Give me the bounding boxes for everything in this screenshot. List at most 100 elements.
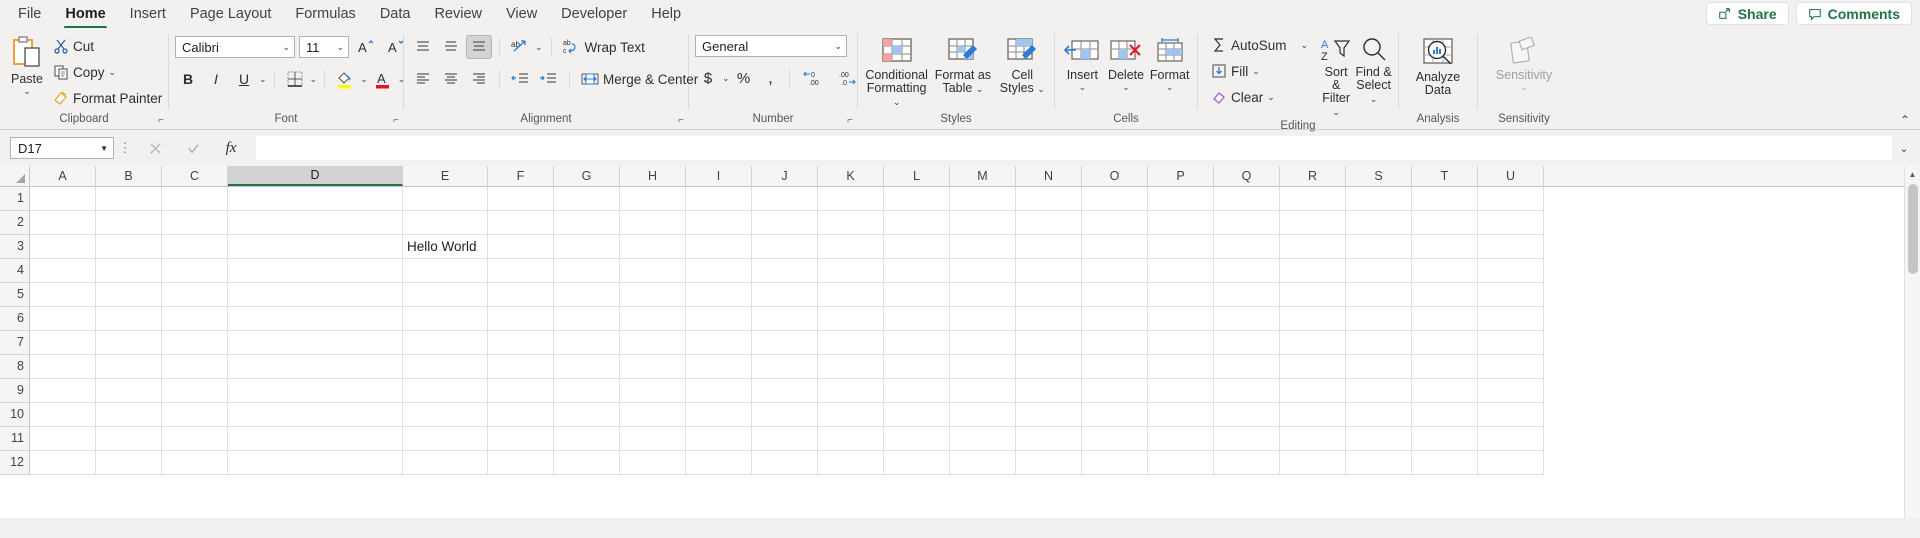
cell-E12[interactable] <box>403 451 488 475</box>
cell-D2[interactable] <box>228 211 403 235</box>
format-as-table-button[interactable]: Format as Table ⌄ <box>933 34 992 96</box>
align-bottom-button[interactable] <box>466 35 492 59</box>
cell-U12[interactable] <box>1478 451 1544 475</box>
cell-I4[interactable] <box>686 259 752 283</box>
cell-M6[interactable] <box>950 307 1016 331</box>
cell-P4[interactable] <box>1148 259 1214 283</box>
alignment-dialog-launcher[interactable]: ⌐ <box>678 113 684 128</box>
cell-P9[interactable] <box>1148 379 1214 403</box>
clear-caret-icon[interactable]: ⌄ <box>1267 92 1275 103</box>
cell-I1[interactable] <box>686 187 752 211</box>
cell-T5[interactable] <box>1412 283 1478 307</box>
orientation-button[interactable]: ab <box>507 35 533 59</box>
cell-K4[interactable] <box>818 259 884 283</box>
cell-T11[interactable] <box>1412 427 1478 451</box>
cell-I3[interactable] <box>686 235 752 259</box>
cell-J1[interactable] <box>752 187 818 211</box>
cell-N5[interactable] <box>1016 283 1082 307</box>
cell-N9[interactable] <box>1016 379 1082 403</box>
cell-I6[interactable] <box>686 307 752 331</box>
cell-U6[interactable] <box>1478 307 1544 331</box>
confirm-entry-button[interactable] <box>174 135 212 161</box>
row-header-3[interactable]: 3 <box>0 235 30 259</box>
italic-button[interactable]: I <box>203 67 229 91</box>
comments-button[interactable]: Comments <box>1795 2 1912 25</box>
cell-J5[interactable] <box>752 283 818 307</box>
cell-H1[interactable] <box>620 187 686 211</box>
cell-D5[interactable] <box>228 283 403 307</box>
cell-Q11[interactable] <box>1214 427 1280 451</box>
fill-color-caret-icon[interactable]: ⌄ <box>360 74 368 85</box>
cell-A2[interactable] <box>30 211 96 235</box>
cell-C11[interactable] <box>162 427 228 451</box>
cell-O10[interactable] <box>1082 403 1148 427</box>
find-select-button[interactable]: Find & Select ⌄ <box>1355 33 1392 106</box>
autosum-button[interactable]: AutoSum ⌄ <box>1208 33 1311 57</box>
cell-J6[interactable] <box>752 307 818 331</box>
cell-A7[interactable] <box>30 331 96 355</box>
cell-S4[interactable] <box>1346 259 1412 283</box>
underline-button[interactable]: U <box>231 67 257 91</box>
cell-S9[interactable] <box>1346 379 1412 403</box>
cell-L11[interactable] <box>884 427 950 451</box>
cell-Q3[interactable] <box>1214 235 1280 259</box>
cell-I12[interactable] <box>686 451 752 475</box>
cell-K5[interactable] <box>818 283 884 307</box>
expand-formula-bar-button[interactable]: ⌄ <box>1894 142 1914 155</box>
formula-bar-grip[interactable]: ⋮ <box>114 140 136 156</box>
cell-R10[interactable] <box>1280 403 1346 427</box>
cell-B9[interactable] <box>96 379 162 403</box>
cell-F7[interactable] <box>488 331 554 355</box>
cell-L1[interactable] <box>884 187 950 211</box>
cell-E10[interactable] <box>403 403 488 427</box>
cell-A8[interactable] <box>30 355 96 379</box>
cell-M12[interactable] <box>950 451 1016 475</box>
cell-L6[interactable] <box>884 307 950 331</box>
cell-F1[interactable] <box>488 187 554 211</box>
column-header-R[interactable]: R <box>1280 166 1346 186</box>
cell-K10[interactable] <box>818 403 884 427</box>
cell-D3[interactable] <box>228 235 403 259</box>
cell-E5[interactable] <box>403 283 488 307</box>
cell-styles-button[interactable]: Cell Styles ⌄ <box>997 34 1048 96</box>
increase-indent-button[interactable] <box>535 67 561 91</box>
cell-H11[interactable] <box>620 427 686 451</box>
tab-help[interactable]: Help <box>640 3 692 26</box>
delete-caret-icon[interactable]: ⌄ <box>1122 83 1130 92</box>
cut-button[interactable]: Cut <box>50 34 165 58</box>
cell-O12[interactable] <box>1082 451 1148 475</box>
cell-Q4[interactable] <box>1214 259 1280 283</box>
row-header-7[interactable]: 7 <box>0 331 30 355</box>
cell-F10[interactable] <box>488 403 554 427</box>
cell-D8[interactable] <box>228 355 403 379</box>
cell-E8[interactable] <box>403 355 488 379</box>
cell-N10[interactable] <box>1016 403 1082 427</box>
cell-F8[interactable] <box>488 355 554 379</box>
cell-O7[interactable] <box>1082 331 1148 355</box>
cell-O3[interactable] <box>1082 235 1148 259</box>
cell-S7[interactable] <box>1346 331 1412 355</box>
cell-R12[interactable] <box>1280 451 1346 475</box>
cell-L8[interactable] <box>884 355 950 379</box>
format-cells-button[interactable]: Format ⌄ <box>1148 34 1191 92</box>
cell-P5[interactable] <box>1148 283 1214 307</box>
column-header-A[interactable]: A <box>30 166 96 186</box>
cell-H8[interactable] <box>620 355 686 379</box>
cell-D1[interactable] <box>228 187 403 211</box>
cell-N4[interactable] <box>1016 259 1082 283</box>
sensitivity-caret-icon[interactable]: ⌄ <box>1520 83 1528 92</box>
row-header-9[interactable]: 9 <box>0 379 30 403</box>
cell-R2[interactable] <box>1280 211 1346 235</box>
clipboard-dialog-launcher[interactable]: ⌐ <box>158 113 164 128</box>
cell-P2[interactable] <box>1148 211 1214 235</box>
font-color-button[interactable]: A <box>370 67 396 91</box>
column-header-B[interactable]: B <box>96 166 162 186</box>
column-header-D[interactable]: D <box>228 166 403 186</box>
fill-color-button[interactable] <box>332 67 358 91</box>
cell-C9[interactable] <box>162 379 228 403</box>
cell-G4[interactable] <box>554 259 620 283</box>
cell-G2[interactable] <box>554 211 620 235</box>
cell-B6[interactable] <box>96 307 162 331</box>
cell-L2[interactable] <box>884 211 950 235</box>
cell-M2[interactable] <box>950 211 1016 235</box>
